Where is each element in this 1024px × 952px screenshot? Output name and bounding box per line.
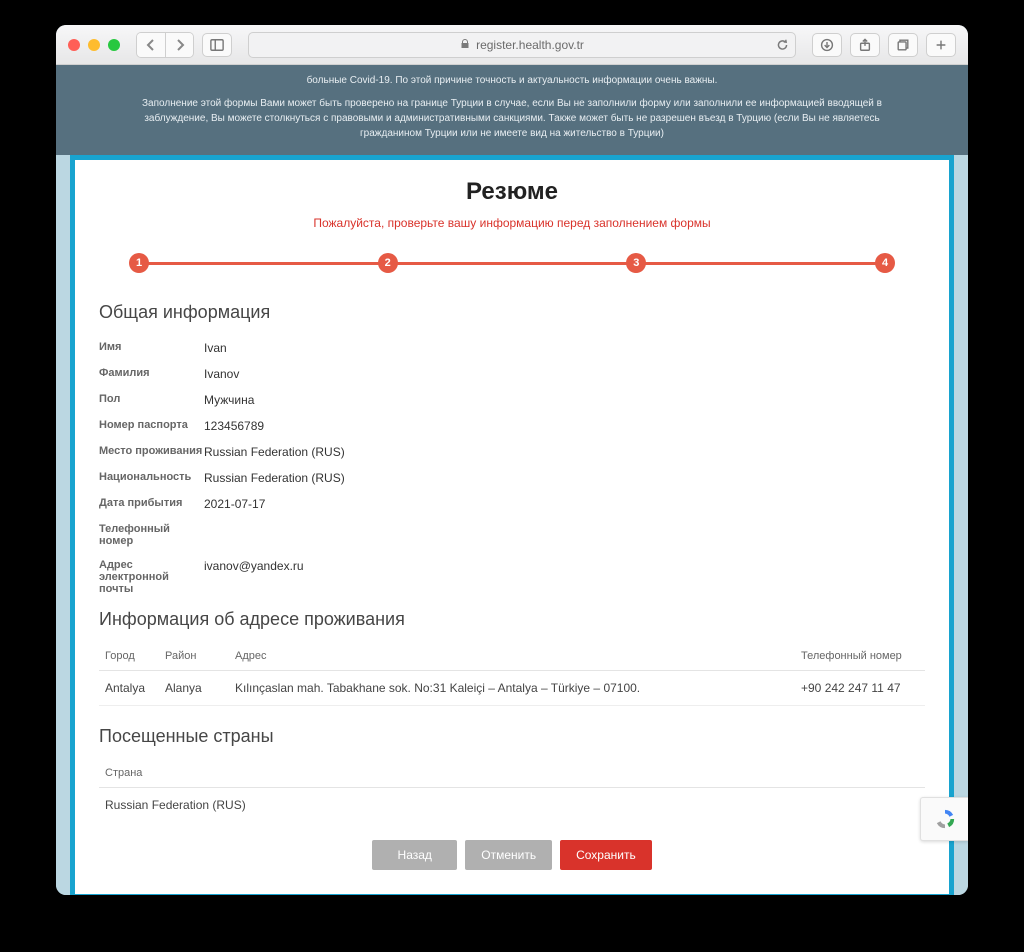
col-district: Район (159, 642, 229, 671)
label-surname: Фамилия (99, 367, 204, 379)
forward-button[interactable] (165, 33, 193, 57)
col-phone: Телефонный номер (795, 642, 925, 671)
label-name: Имя (99, 341, 204, 353)
close-window-button[interactable] (68, 39, 80, 51)
section-visited-title: Посещенные страны (99, 726, 925, 747)
back-button[interactable] (137, 33, 165, 57)
cell-city: Antalya (99, 671, 159, 706)
browser-window: register.health.gov.tr больные Covid-19.… (56, 25, 968, 895)
row-email: Адрес электронной почты ivanov@yandex.ru (99, 553, 925, 601)
action-buttons: Назад Отменить Сохранить (99, 840, 925, 870)
row-passport: Номер паспорта 123456789 (99, 413, 925, 439)
cell-address: Kılınçaslan mah. Tabakhane sok. No:31 Ka… (229, 671, 795, 706)
label-phone: Телефонный номер (99, 523, 204, 547)
value-nationality: Russian Federation (RUS) (204, 471, 925, 485)
page-title: Резюме (99, 178, 925, 206)
back-button-form[interactable]: Назад (372, 840, 457, 870)
label-passport: Номер паспорта (99, 419, 204, 431)
step-2[interactable]: 2 (378, 253, 398, 273)
value-name: Ivan (204, 341, 925, 355)
label-nationality: Национальность (99, 471, 204, 483)
value-passport: 123456789 (204, 419, 925, 433)
table-row: Russian Federation (RUS) (99, 788, 925, 823)
tabs-button[interactable] (888, 33, 918, 57)
col-city: Город (99, 642, 159, 671)
progress-stepper: 1 2 3 4 (139, 252, 885, 274)
recaptcha-icon (934, 808, 956, 830)
page-viewport: больные Covid-19. По этой причине точнос… (56, 65, 968, 895)
address-table: Город Район Адрес Телефонный номер Antal… (99, 642, 925, 706)
row-nationality: Национальность Russian Federation (RUS) (99, 465, 925, 491)
value-arrival: 2021-07-17 (204, 497, 925, 511)
page-subtitle: Пожалуйста, проверьте вашу информацию пе… (99, 216, 925, 230)
row-sex: Пол Мужчина (99, 387, 925, 413)
share-button[interactable] (850, 33, 880, 57)
minimize-window-button[interactable] (88, 39, 100, 51)
summary-card: Резюме Пожалуйста, проверьте вашу информ… (70, 155, 954, 895)
value-email: ivanov@yandex.ru (204, 559, 925, 573)
row-residence: Место проживания Russian Federation (RUS… (99, 439, 925, 465)
address-bar[interactable]: register.health.gov.tr (248, 32, 796, 58)
cell-district: Alanya (159, 671, 229, 706)
value-surname: Ivanov (204, 367, 925, 381)
zoom-window-button[interactable] (108, 39, 120, 51)
value-residence: Russian Federation (RUS) (204, 445, 925, 459)
reload-button[interactable] (776, 38, 789, 51)
recaptcha-badge[interactable] (920, 797, 968, 841)
table-row: Antalya Alanya Kılınçaslan mah. Tabakhan… (99, 671, 925, 706)
row-surname: Фамилия Ivanov (99, 361, 925, 387)
save-button[interactable]: Сохранить (560, 840, 652, 870)
cell-phone: +90 242 247 11 47 (795, 671, 925, 706)
value-sex: Мужчина (204, 393, 925, 407)
row-name: Имя Ivan (99, 335, 925, 361)
cancel-button[interactable]: Отменить (465, 840, 552, 870)
label-sex: Пол (99, 393, 204, 405)
row-phone: Телефонный номер (99, 517, 925, 553)
step-1[interactable]: 1 (129, 253, 149, 273)
section-general-title: Общая информация (99, 302, 925, 323)
row-arrival: Дата прибытия 2021-07-17 (99, 491, 925, 517)
col-country: Страна (99, 759, 925, 788)
section-address-title: Информация об адресе проживания (99, 609, 925, 630)
new-tab-button[interactable] (926, 33, 956, 57)
label-arrival: Дата прибытия (99, 497, 204, 509)
url-host: register.health.gov.tr (476, 38, 584, 52)
lock-icon (460, 38, 470, 52)
label-residence: Место проживания (99, 445, 204, 457)
window-controls (68, 39, 120, 51)
banner-line-1: больные Covid-19. По этой причине точнос… (116, 73, 908, 88)
info-banner: больные Covid-19. По этой причине точнос… (56, 65, 968, 155)
label-email: Адрес электронной почты (99, 559, 204, 595)
step-3[interactable]: 3 (626, 253, 646, 273)
visited-table: Страна Russian Federation (RUS) (99, 759, 925, 822)
downloads-button[interactable] (812, 33, 842, 57)
step-4[interactable]: 4 (875, 253, 895, 273)
toolbar-right (812, 33, 956, 57)
col-address: Адрес (229, 642, 795, 671)
cell-country: Russian Federation (RUS) (99, 788, 925, 823)
browser-titlebar: register.health.gov.tr (56, 25, 968, 65)
nav-buttons (136, 32, 194, 58)
sidebar-toggle-button[interactable] (202, 33, 232, 57)
stepper-line (139, 262, 885, 265)
banner-line-2: Заполнение этой формы Вами может быть пр… (116, 96, 908, 141)
